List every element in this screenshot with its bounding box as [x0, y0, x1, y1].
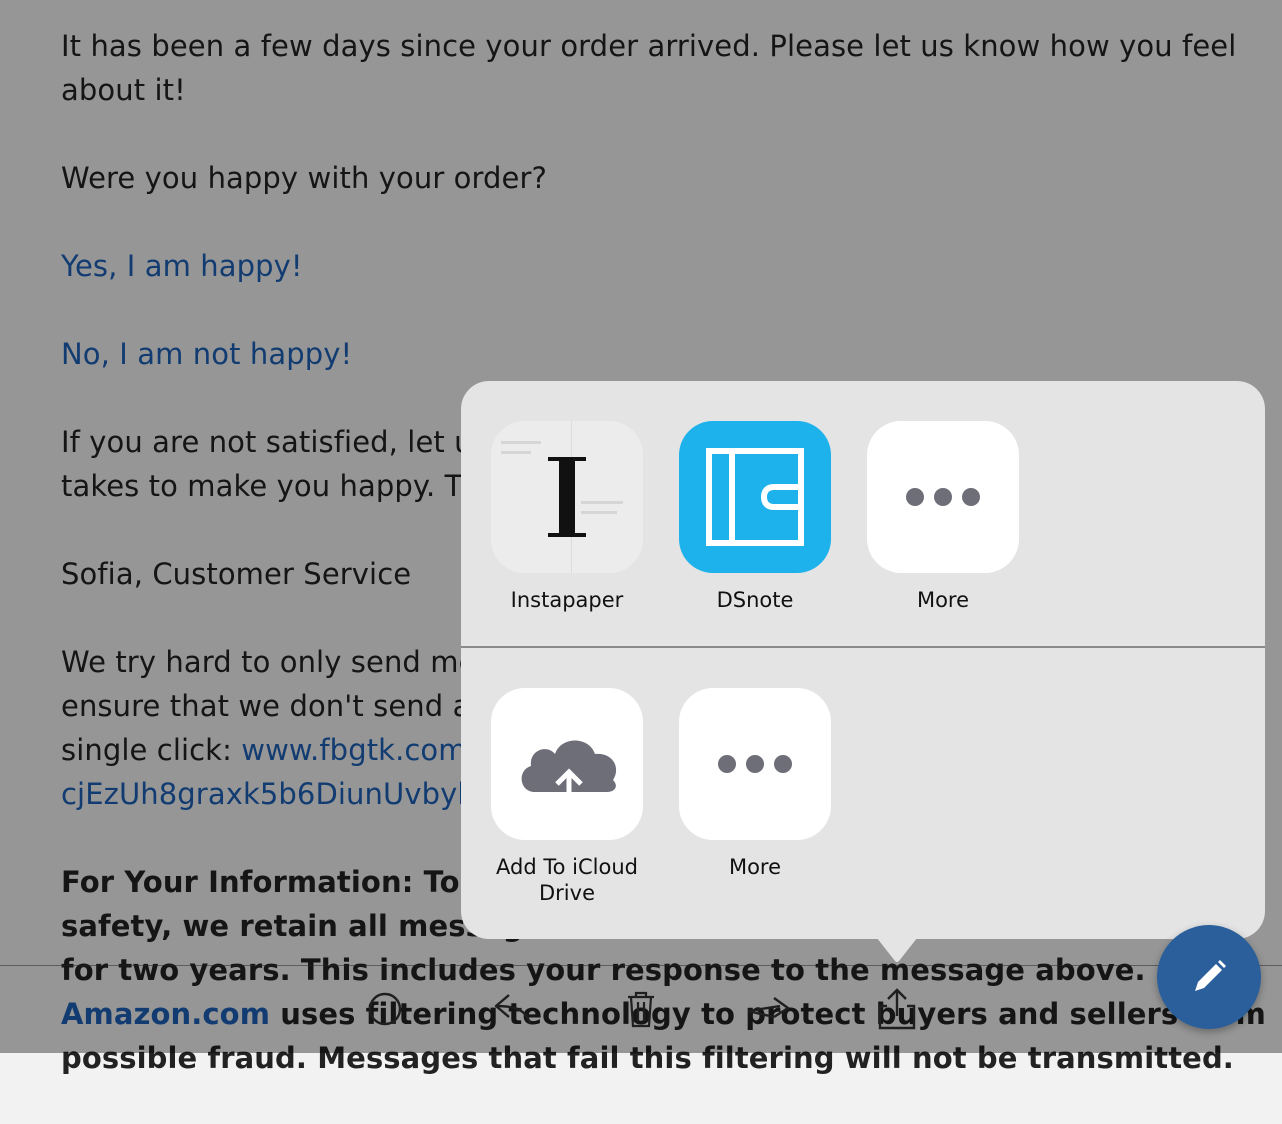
- more-dots-icon: [679, 688, 831, 840]
- share-app-instapaper[interactable]: Instapaper: [491, 421, 643, 613]
- share-sheet: Instapaper DSnote More Add To iCloud Dri…: [461, 381, 1265, 962]
- share-app-dsnote[interactable]: DSnote: [679, 421, 831, 613]
- compose-button[interactable]: [1157, 925, 1261, 1029]
- dsnote-icon: [679, 421, 831, 573]
- more-dots-icon: [867, 421, 1019, 573]
- share-more-apps[interactable]: More: [867, 421, 1019, 613]
- compose-pencil-icon: [1195, 960, 1226, 991]
- share-sheet-divider: [461, 646, 1265, 648]
- share-more-actions[interactable]: More: [679, 688, 831, 880]
- share-action-icloud-drive[interactable]: Add To iCloud Drive: [491, 688, 643, 906]
- popover-arrow: [873, 933, 921, 962]
- instapaper-icon: [491, 421, 643, 573]
- icloud-upload-icon: [491, 688, 643, 840]
